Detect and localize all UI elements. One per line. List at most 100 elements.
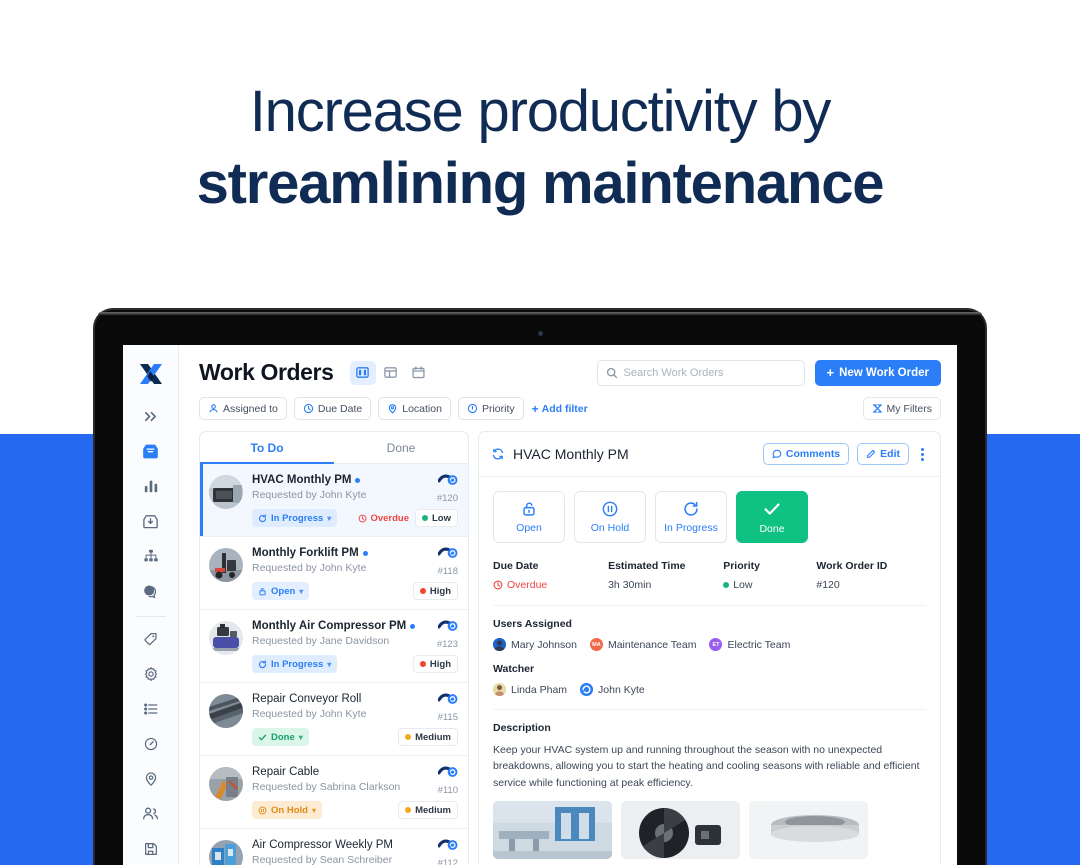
filter-chip-location[interactable]: Location: [378, 397, 451, 420]
sidebar-item-teams[interactable]: [133, 800, 169, 827]
filter-chip-due-date[interactable]: Due Date: [293, 397, 372, 420]
filter-chip-label: Due Date: [317, 402, 363, 415]
work-order-list-item[interactable]: HVAC Monthly PM Requested by John Kyte #…: [200, 464, 468, 537]
unread-dot-icon: [362, 550, 368, 556]
sidebar-item-meters[interactable]: [133, 730, 169, 757]
avatar: ET: [709, 638, 723, 651]
avatar-initials: MA: [592, 641, 601, 648]
sidebar-item-vendors[interactable]: [133, 835, 169, 862]
filter-chip-label: Assigned to: [223, 402, 278, 415]
status-button-done[interactable]: Done: [736, 491, 808, 543]
sidebar-item-parts[interactable]: [133, 626, 169, 653]
edit-button[interactable]: Edit: [857, 443, 909, 465]
work-order-status-pill[interactable]: Done ▾: [252, 728, 309, 746]
description-label: Description: [493, 722, 551, 734]
tab-to-do[interactable]: To Do: [200, 432, 334, 464]
work-order-list-item[interactable]: Repair Conveyor Roll Requested by John K…: [200, 683, 468, 756]
avatar: MA: [589, 638, 603, 651]
app-main: Work Orders Search Work Orders + New Wor…: [179, 345, 957, 865]
field-value: #120: [816, 579, 840, 591]
search-input[interactable]: [623, 366, 796, 379]
status-button-open[interactable]: Open: [493, 491, 565, 543]
assigned-user-name: Electric Team: [727, 638, 791, 651]
sidebar-item-locations[interactable]: [133, 765, 169, 792]
search-box[interactable]: [596, 359, 805, 386]
work-order-title-wrap: Repair Conveyor Roll: [252, 692, 366, 707]
location-pin-icon: [387, 403, 398, 414]
filter-chip-priority[interactable]: Priority: [457, 397, 524, 420]
watcher-name: John Kyte: [598, 683, 645, 696]
table-view-icon[interactable]: [378, 361, 404, 385]
assigned-user[interactable]: MA Maintenance Team: [589, 638, 696, 651]
work-order-list-item[interactable]: Monthly Air Compressor PM Requested by J…: [200, 610, 468, 683]
sidebar-item-requests[interactable]: [133, 508, 169, 535]
comments-button[interactable]: Comments: [762, 443, 850, 465]
work-order-title: Air Compressor Weekly PM: [252, 839, 394, 851]
assigned-user[interactable]: Mary Johnson: [493, 638, 577, 651]
status-button-label: Done: [759, 523, 785, 535]
unlock-icon: [258, 587, 267, 596]
refresh-icon: [258, 659, 267, 669]
watcher-section: Watcher Linda Pham John Kyte: [493, 651, 926, 696]
check-icon: [258, 733, 267, 742]
detail-title: HVAC Monthly PM: [513, 446, 629, 462]
chevron-down-icon: ▾: [298, 732, 303, 742]
laptop-camera: [537, 331, 543, 336]
add-filter-button[interactable]: + Add filter: [532, 403, 588, 415]
work-order-requester: Requested by Sabrina Clarkson: [252, 780, 401, 793]
work-order-status-pill[interactable]: In Progress ▾: [252, 655, 338, 673]
sidebar-item-messages[interactable]: [133, 578, 169, 605]
columns-view-icon[interactable]: [349, 360, 376, 385]
hero-line-1: Increase productivity by: [249, 79, 832, 144]
tab-done[interactable]: Done: [334, 432, 468, 463]
chevron-down-icon: ▾: [299, 586, 304, 596]
field-value-wrap: #120: [816, 579, 926, 591]
chevron-down-icon: ▾: [327, 659, 332, 669]
work-order-status-pill[interactable]: On Hold ▾: [252, 801, 322, 819]
priority-label: High: [429, 585, 451, 597]
attachment-thumbnail[interactable]: [493, 800, 612, 859]
work-order-status-pill[interactable]: In Progress ▾: [252, 509, 338, 527]
work-order-id: #123: [436, 639, 458, 650]
description-text: Keep your HVAC system up and running thr…: [493, 744, 920, 789]
kebab-menu-icon[interactable]: [917, 445, 928, 464]
recurring-icon: [438, 547, 458, 559]
work-order-title-wrap: HVAC Monthly PM: [252, 473, 366, 488]
new-work-order-button[interactable]: + New Work Order: [814, 359, 941, 386]
work-order-title-wrap: Monthly Forklift PM: [252, 546, 368, 561]
work-order-requester: Requested by John Kyte: [252, 488, 367, 501]
watcher-user[interactable]: John Kyte: [580, 683, 645, 696]
sidebar-item-expand[interactable]: [133, 403, 169, 430]
attachment-thumbnail[interactable]: [749, 800, 868, 859]
work-order-list-item[interactable]: Repair Cable Requested by Sabrina Clarks…: [200, 756, 468, 829]
sidebar-item-settings[interactable]: [133, 660, 169, 687]
my-filters-button[interactable]: My Filters: [862, 397, 941, 420]
description-section: Description Keep your HVAC system up and…: [493, 710, 926, 859]
calendar-view-icon[interactable]: [406, 361, 432, 385]
overdue-indicator: Overdue: [358, 513, 409, 524]
work-order-status-pill[interactable]: Open ▾: [252, 582, 310, 600]
work-order-requester: Requested by John Kyte: [252, 707, 367, 720]
work-order-id: #110: [437, 785, 458, 796]
status-button-on-hold[interactable]: On Hold: [574, 491, 646, 543]
sidebar-item-procedures[interactable]: [133, 695, 169, 722]
priority-label: Low: [432, 512, 451, 524]
x-logo-icon[interactable]: [136, 359, 166, 389]
sidebar-item-work-orders[interactable]: [133, 438, 169, 465]
filter-chip-assigned-to[interactable]: Assigned to: [199, 397, 287, 420]
unread-dot-icon: [410, 623, 416, 629]
watcher-user[interactable]: Linda Pham: [493, 683, 567, 696]
check-icon: [762, 499, 782, 519]
work-order-priority-pill: Medium: [398, 801, 458, 819]
work-order-list-item[interactable]: Monthly Forklift PM Requested by John Ky…: [200, 537, 468, 610]
overdue-label: Overdue: [370, 512, 409, 524]
sidebar-item-assets[interactable]: [133, 543, 169, 570]
refresh-icon: [682, 500, 700, 518]
assigned-user[interactable]: ET Electric Team: [709, 638, 790, 651]
attachment-thumbnail[interactable]: [621, 800, 740, 859]
status-button-in-progress[interactable]: In Progress: [655, 491, 727, 543]
sidebar-item-reporting[interactable]: [133, 473, 169, 500]
work-order-list-item[interactable]: Air Compressor Weekly PM Requested by Se…: [200, 829, 468, 865]
work-order-body: Monthly Forklift PM Requested by John Ky…: [252, 546, 458, 600]
recurring-icon: [438, 766, 458, 778]
